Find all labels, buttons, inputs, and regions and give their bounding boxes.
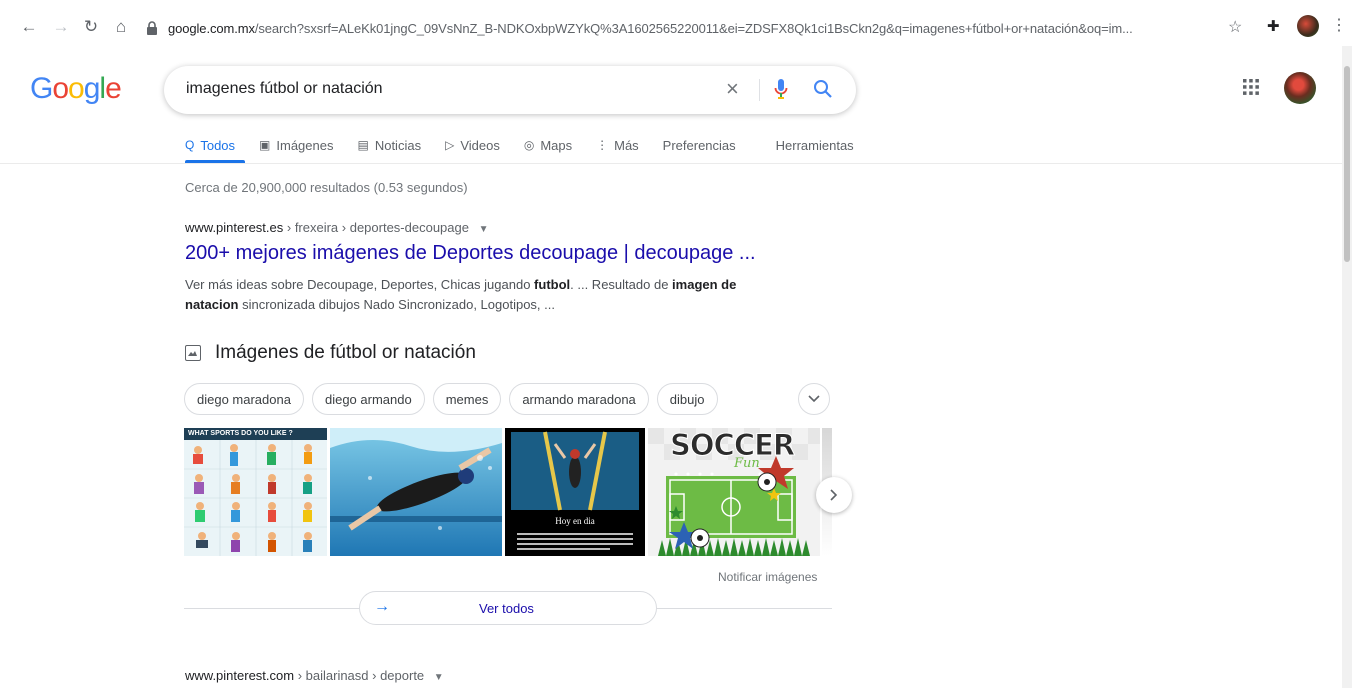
logo-letter: o bbox=[68, 72, 85, 105]
logo-letter: e bbox=[105, 72, 122, 105]
search-icon[interactable] bbox=[812, 78, 834, 100]
profile-avatar-small[interactable] bbox=[1297, 15, 1319, 37]
logo-letter: g bbox=[83, 72, 101, 105]
home-icon[interactable]: ⌂ bbox=[110, 16, 132, 38]
cite-domain: www.pinterest.es bbox=[185, 220, 284, 235]
account-avatar[interactable] bbox=[1284, 72, 1316, 104]
apps-grid-icon[interactable] bbox=[1242, 78, 1260, 96]
tab-label: Todos bbox=[200, 137, 236, 153]
map-pin-icon: ◎ bbox=[523, 138, 535, 152]
tab-más[interactable]: ⋮ Más bbox=[596, 134, 639, 156]
search-tabs: Q Todos ▣ Imágenes ▤ Noticias ▷ Videos ◎ Maps ⋮ Más… bbox=[185, 134, 878, 156]
related-chips: diego maradona diego armando memes armando … bbox=[184, 383, 726, 415]
related-chip[interactable]: diego maradona bbox=[184, 383, 304, 415]
image-icon: ▣ bbox=[259, 138, 271, 152]
image-thumb-soccer[interactable]: SOCCER Fun bbox=[648, 428, 820, 556]
tab-label: Videos bbox=[460, 137, 500, 153]
search-box[interactable]: imagenes fútbol or natación × bbox=[164, 66, 856, 114]
related-chip[interactable]: memes bbox=[432, 383, 502, 415]
logo-letter: G bbox=[30, 72, 53, 105]
related-chip[interactable]: diego armando bbox=[311, 383, 425, 415]
tab-label: Más bbox=[614, 137, 639, 153]
caret-down-icon[interactable]: ▼ bbox=[434, 672, 444, 683]
tab-label: Herramientas bbox=[775, 137, 854, 153]
tab-label: Maps bbox=[540, 137, 573, 153]
search-input[interactable]: imagenes fútbol or natación bbox=[186, 80, 383, 98]
divider bbox=[759, 79, 760, 101]
clear-icon[interactable]: × bbox=[726, 76, 739, 102]
image-icon bbox=[185, 345, 201, 361]
header-divider bbox=[0, 163, 1342, 164]
result-title-link[interactable]: 200+ mejores imágenes de Deportes decoup… bbox=[185, 242, 756, 265]
address-bar[interactable]: google.com.mx/search?sxsrf=ALeKk01jngC_0… bbox=[146, 15, 1256, 41]
chevron-right-icon[interactable] bbox=[816, 477, 852, 513]
tab-label: Noticias bbox=[374, 137, 422, 153]
result-cite[interactable]: www.pinterest.es › frexeira › deportes-d… bbox=[185, 220, 489, 235]
image-thumb-pool[interactable]: Hoy en dia bbox=[505, 428, 645, 556]
tab-maps[interactable]: ◎ Maps bbox=[524, 134, 572, 156]
view-all-button[interactable]: → Ver todos bbox=[359, 591, 657, 625]
related-chip[interactable]: dibujo bbox=[656, 383, 718, 415]
related-chip[interactable]: armando maradona bbox=[509, 383, 649, 415]
reload-icon[interactable]: ↻ bbox=[80, 16, 102, 38]
tab-videos[interactable]: ▷ Videos bbox=[445, 134, 500, 156]
tab-preferencias[interactable]: Preferencias bbox=[663, 134, 736, 156]
more-icon: ⋮ bbox=[596, 138, 609, 152]
forward-icon[interactable]: → bbox=[50, 16, 72, 38]
tab-label: Imágenes bbox=[276, 137, 334, 153]
search-icon: Q bbox=[185, 138, 195, 152]
google-logo[interactable]: Google bbox=[30, 72, 122, 106]
url-text: google.com.mx/search?sxsrf=ALeKk01jngC_0… bbox=[168, 20, 1133, 36]
result-stats: Cerca de 20,900,000 resultados (0.53 seg… bbox=[185, 180, 468, 195]
result-snippet: Ver más ideas sobre Decoupage, Deportes,… bbox=[185, 277, 737, 312]
tab-label: Preferencias bbox=[662, 137, 736, 153]
cite-path-2: › bailarinasd › deporte bbox=[294, 668, 425, 683]
microphone-icon[interactable] bbox=[774, 77, 788, 101]
logo-letter: o bbox=[52, 72, 69, 105]
scrollbar-thumb[interactable] bbox=[1344, 66, 1350, 262]
menu-icon[interactable]: ⋮ bbox=[1331, 15, 1347, 35]
caret-down-icon[interactable]: ▼ bbox=[479, 224, 489, 235]
report-images-link[interactable]: Notificar imágenes bbox=[718, 570, 817, 584]
news-icon: ▤ bbox=[357, 138, 369, 152]
arrow-right-icon: → bbox=[374, 598, 390, 615]
result-cite-2[interactable]: www.pinterest.com › bailarinasd › deport… bbox=[185, 668, 444, 683]
image-thumb-swimmer[interactable] bbox=[330, 428, 502, 556]
tab-herramientas[interactable]: Herramientas bbox=[776, 134, 854, 156]
tab-todos[interactable]: Q Todos bbox=[185, 134, 235, 156]
images-heading[interactable]: Imágenes de fútbol or natación bbox=[185, 342, 476, 364]
image-thumb-sports-chart[interactable]: WHAT SPORTS DO YOU LIKE ? bbox=[184, 428, 327, 556]
star-icon[interactable]: ☆ bbox=[1228, 17, 1242, 37]
tab-imágenes[interactable]: ▣ Imágenes bbox=[259, 134, 333, 156]
extensions-icon[interactable]: ✚ bbox=[1267, 17, 1280, 35]
video-icon: ▷ bbox=[445, 138, 455, 152]
back-icon[interactable]: ← bbox=[18, 16, 40, 38]
cite-domain-2: www.pinterest.com bbox=[185, 668, 295, 683]
chevron-down-icon[interactable] bbox=[798, 383, 830, 415]
tab-noticias[interactable]: ▤ Noticias bbox=[357, 134, 421, 156]
cite-path: › frexeira › deportes-decoupage bbox=[283, 220, 469, 235]
lock-icon bbox=[147, 21, 157, 35]
